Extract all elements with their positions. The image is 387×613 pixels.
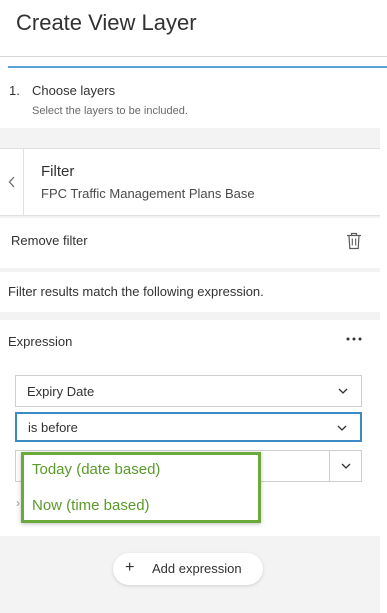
more-horizontal-icon bbox=[346, 337, 362, 341]
chevron-down-icon bbox=[341, 463, 351, 469]
option-now[interactable]: Now (time based) bbox=[32, 497, 150, 514]
step-progress-bar bbox=[8, 66, 387, 68]
add-expression-button[interactable]: + Add expression bbox=[113, 553, 263, 585]
operator-select[interactable]: is before bbox=[15, 412, 362, 442]
field-select[interactable]: Expiry Date bbox=[15, 375, 362, 407]
layer-name: FPC Traffic Management Plans Base bbox=[41, 186, 255, 201]
expression-more-button[interactable] bbox=[345, 332, 365, 348]
page-title: Create View Layer bbox=[16, 10, 197, 35]
title-divider bbox=[0, 56, 387, 57]
plus-icon: + bbox=[125, 559, 135, 576]
step-label: Choose layers bbox=[32, 83, 116, 98]
remove-filter-button[interactable] bbox=[346, 232, 364, 252]
option-today[interactable]: Today (date based) bbox=[32, 461, 160, 478]
remove-filter-label: Remove filter bbox=[11, 233, 88, 248]
match-description: Filter results match the following expre… bbox=[8, 284, 264, 299]
expression-title: Expression bbox=[8, 334, 73, 349]
back-button[interactable] bbox=[0, 149, 24, 215]
chevron-left-icon bbox=[8, 176, 14, 188]
field-select-value: Expiry Date bbox=[27, 384, 95, 399]
step-heading[interactable]: 1. Choose layers bbox=[9, 83, 115, 98]
trash-icon bbox=[347, 232, 361, 250]
hidden-control-stub: › bbox=[16, 496, 20, 510]
match-row: Filter results match the following expre… bbox=[0, 272, 380, 312]
step-description: Select the layers to be included. bbox=[32, 105, 188, 117]
chevron-down-icon bbox=[337, 425, 347, 431]
value-options-dropdown: Today (date based) Now (time based) bbox=[21, 452, 261, 523]
chevron-down-icon bbox=[338, 388, 348, 394]
remove-filter-row: Remove filter bbox=[0, 218, 380, 268]
add-expression-label: Add expression bbox=[152, 561, 242, 576]
step-number: 1. bbox=[9, 83, 20, 98]
filter-title: Filter bbox=[41, 163, 75, 180]
filter-header: Filter FPC Traffic Management Plans Base bbox=[0, 148, 380, 216]
value-dropdown-toggle[interactable] bbox=[329, 451, 361, 481]
operator-select-value: is before bbox=[28, 420, 78, 435]
